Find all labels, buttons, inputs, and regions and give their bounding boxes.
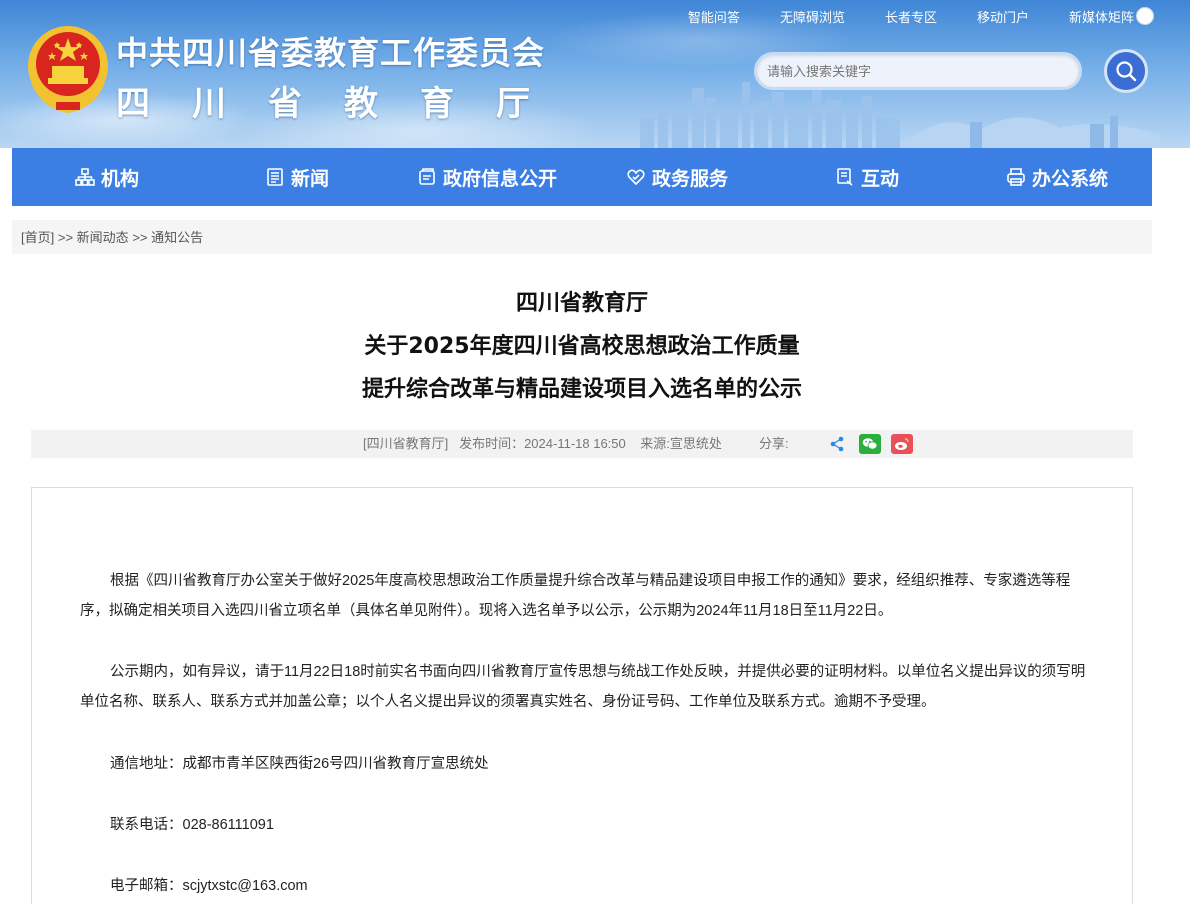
top-link-elderly[interactable]: 长者专区 <box>885 7 937 26</box>
breadcrumb-news[interactable]: 新闻动态 <box>77 230 129 245</box>
top-link-new-media[interactable]: 新媒体矩阵 <box>1069 7 1134 26</box>
news-icon <box>267 168 283 186</box>
nav-item-label: 政务服务 <box>651 167 728 190</box>
top-link-smart-qa[interactable]: 智能问答 <box>688 7 740 26</box>
breadcrumb-separator: >> <box>132 230 148 245</box>
article-paragraph: 联系电话：028-86111091 <box>110 817 274 833</box>
nav-item-label: 办公系统 <box>1031 167 1108 190</box>
weibo-icon[interactable] <box>891 434 913 454</box>
article-title-line: 四川省教育厅 <box>515 291 648 316</box>
office-system-icon <box>1007 168 1025 186</box>
nav-item-label: 政府信息公开 <box>442 167 557 190</box>
share-label: 分享: <box>759 436 789 451</box>
article-title-line: 提升综合改革与精品建设项目入选名单的公示 <box>361 377 802 402</box>
breadcrumb-notices[interactable]: 通知公告 <box>151 230 203 245</box>
search-button[interactable] <box>1104 49 1148 93</box>
article-paragraph: 电子邮箱：scjytxstc@163.com <box>110 878 308 894</box>
nav-item-info-public[interactable]: 政府信息公开 <box>392 148 582 206</box>
meta-origin: 来源:宣思统处 <box>640 436 722 451</box>
meta-publish-time: 发布时间：2024-11-18 16:50 <box>459 436 626 451</box>
info-public-icon <box>419 168 435 185</box>
share-icon[interactable] <box>826 434 848 454</box>
top-link-accessibility[interactable]: 无障碍浏览 <box>780 7 845 26</box>
interaction-icon <box>837 168 853 186</box>
article-body: 根据《四川省教育厅办公室关于做好2025年度高校思想政治工作质量提升综合改革与精… <box>31 487 1133 904</box>
breadcrumb: [首页] >> 新闻动态 >> 通知公告 <box>12 220 1152 254</box>
search-box <box>754 52 1082 90</box>
article-meta-bar: [四川省教育厅] 发布时间：2024-11-18 16:50 来源:宣思统处 分… <box>31 430 1133 458</box>
main-nav: 机构 新闻 政府信息公开 政务服务 互动 办公系统 <box>12 148 1152 206</box>
globe-icon[interactable] <box>1136 7 1154 25</box>
wechat-icon[interactable] <box>859 434 881 454</box>
service-icon <box>627 169 645 186</box>
nav-item-office-system[interactable]: 办公系统 <box>962 148 1152 206</box>
meta-source-org: [四川省教育厅] <box>363 436 449 451</box>
article-paragraph: 根据《四川省教育厅办公室关于做好2025年度高校思想政治工作质量提升综合改革与精… <box>80 573 1071 619</box>
org-title: 中共四川省委教育工作委员会 <box>116 34 546 72</box>
top-link-mobile-portal[interactable]: 移动门户 <box>977 7 1029 26</box>
org-subtitle: 四川省教育厅 <box>116 84 572 124</box>
search-input[interactable] <box>757 55 1079 87</box>
nav-item-org[interactable]: 机构 <box>12 148 202 206</box>
org-tree-icon <box>75 168 95 186</box>
article-title-line: 关于2025年度四川省高校思想政治工作质量 <box>364 334 800 359</box>
breadcrumb-home[interactable]: [首页] <box>21 230 54 245</box>
search-icon <box>1116 61 1137 82</box>
article-meta: [四川省教育厅] 发布时间：2024-11-18 16:50 来源:宣思统处 <box>363 430 722 458</box>
nav-item-news[interactable]: 新闻 <box>202 148 392 206</box>
article-paragraph: 公示期内，如有异议，请于11月22日18时前实名书面向四川省教育厅宣传思想与统战… <box>80 664 1086 710</box>
nav-item-service[interactable]: 政务服务 <box>582 148 772 206</box>
national-emblem-logo <box>28 26 108 114</box>
site-header: 中共四川省委教育工作委员会 四川省教育厅 智能问答 无障碍浏览 长者专区 移动门… <box>0 0 1190 148</box>
breadcrumb-separator: >> <box>57 230 74 245</box>
top-links: 智能问答 无障碍浏览 长者专区 移动门户 新媒体矩阵 <box>648 7 1154 26</box>
nav-item-label: 机构 <box>100 167 139 190</box>
article-title: 四川省教育厅 关于2025年度四川省高校思想政治工作质量 提升综合改革与精品建设… <box>12 282 1152 411</box>
nav-item-label: 新闻 <box>290 167 329 190</box>
nav-item-label: 互动 <box>860 167 899 190</box>
nav-item-interaction[interactable]: 互动 <box>772 148 962 206</box>
article-paragraph: 通信地址：成都市青羊区陕西街26号四川省教育厅宣思统处 <box>110 756 489 772</box>
